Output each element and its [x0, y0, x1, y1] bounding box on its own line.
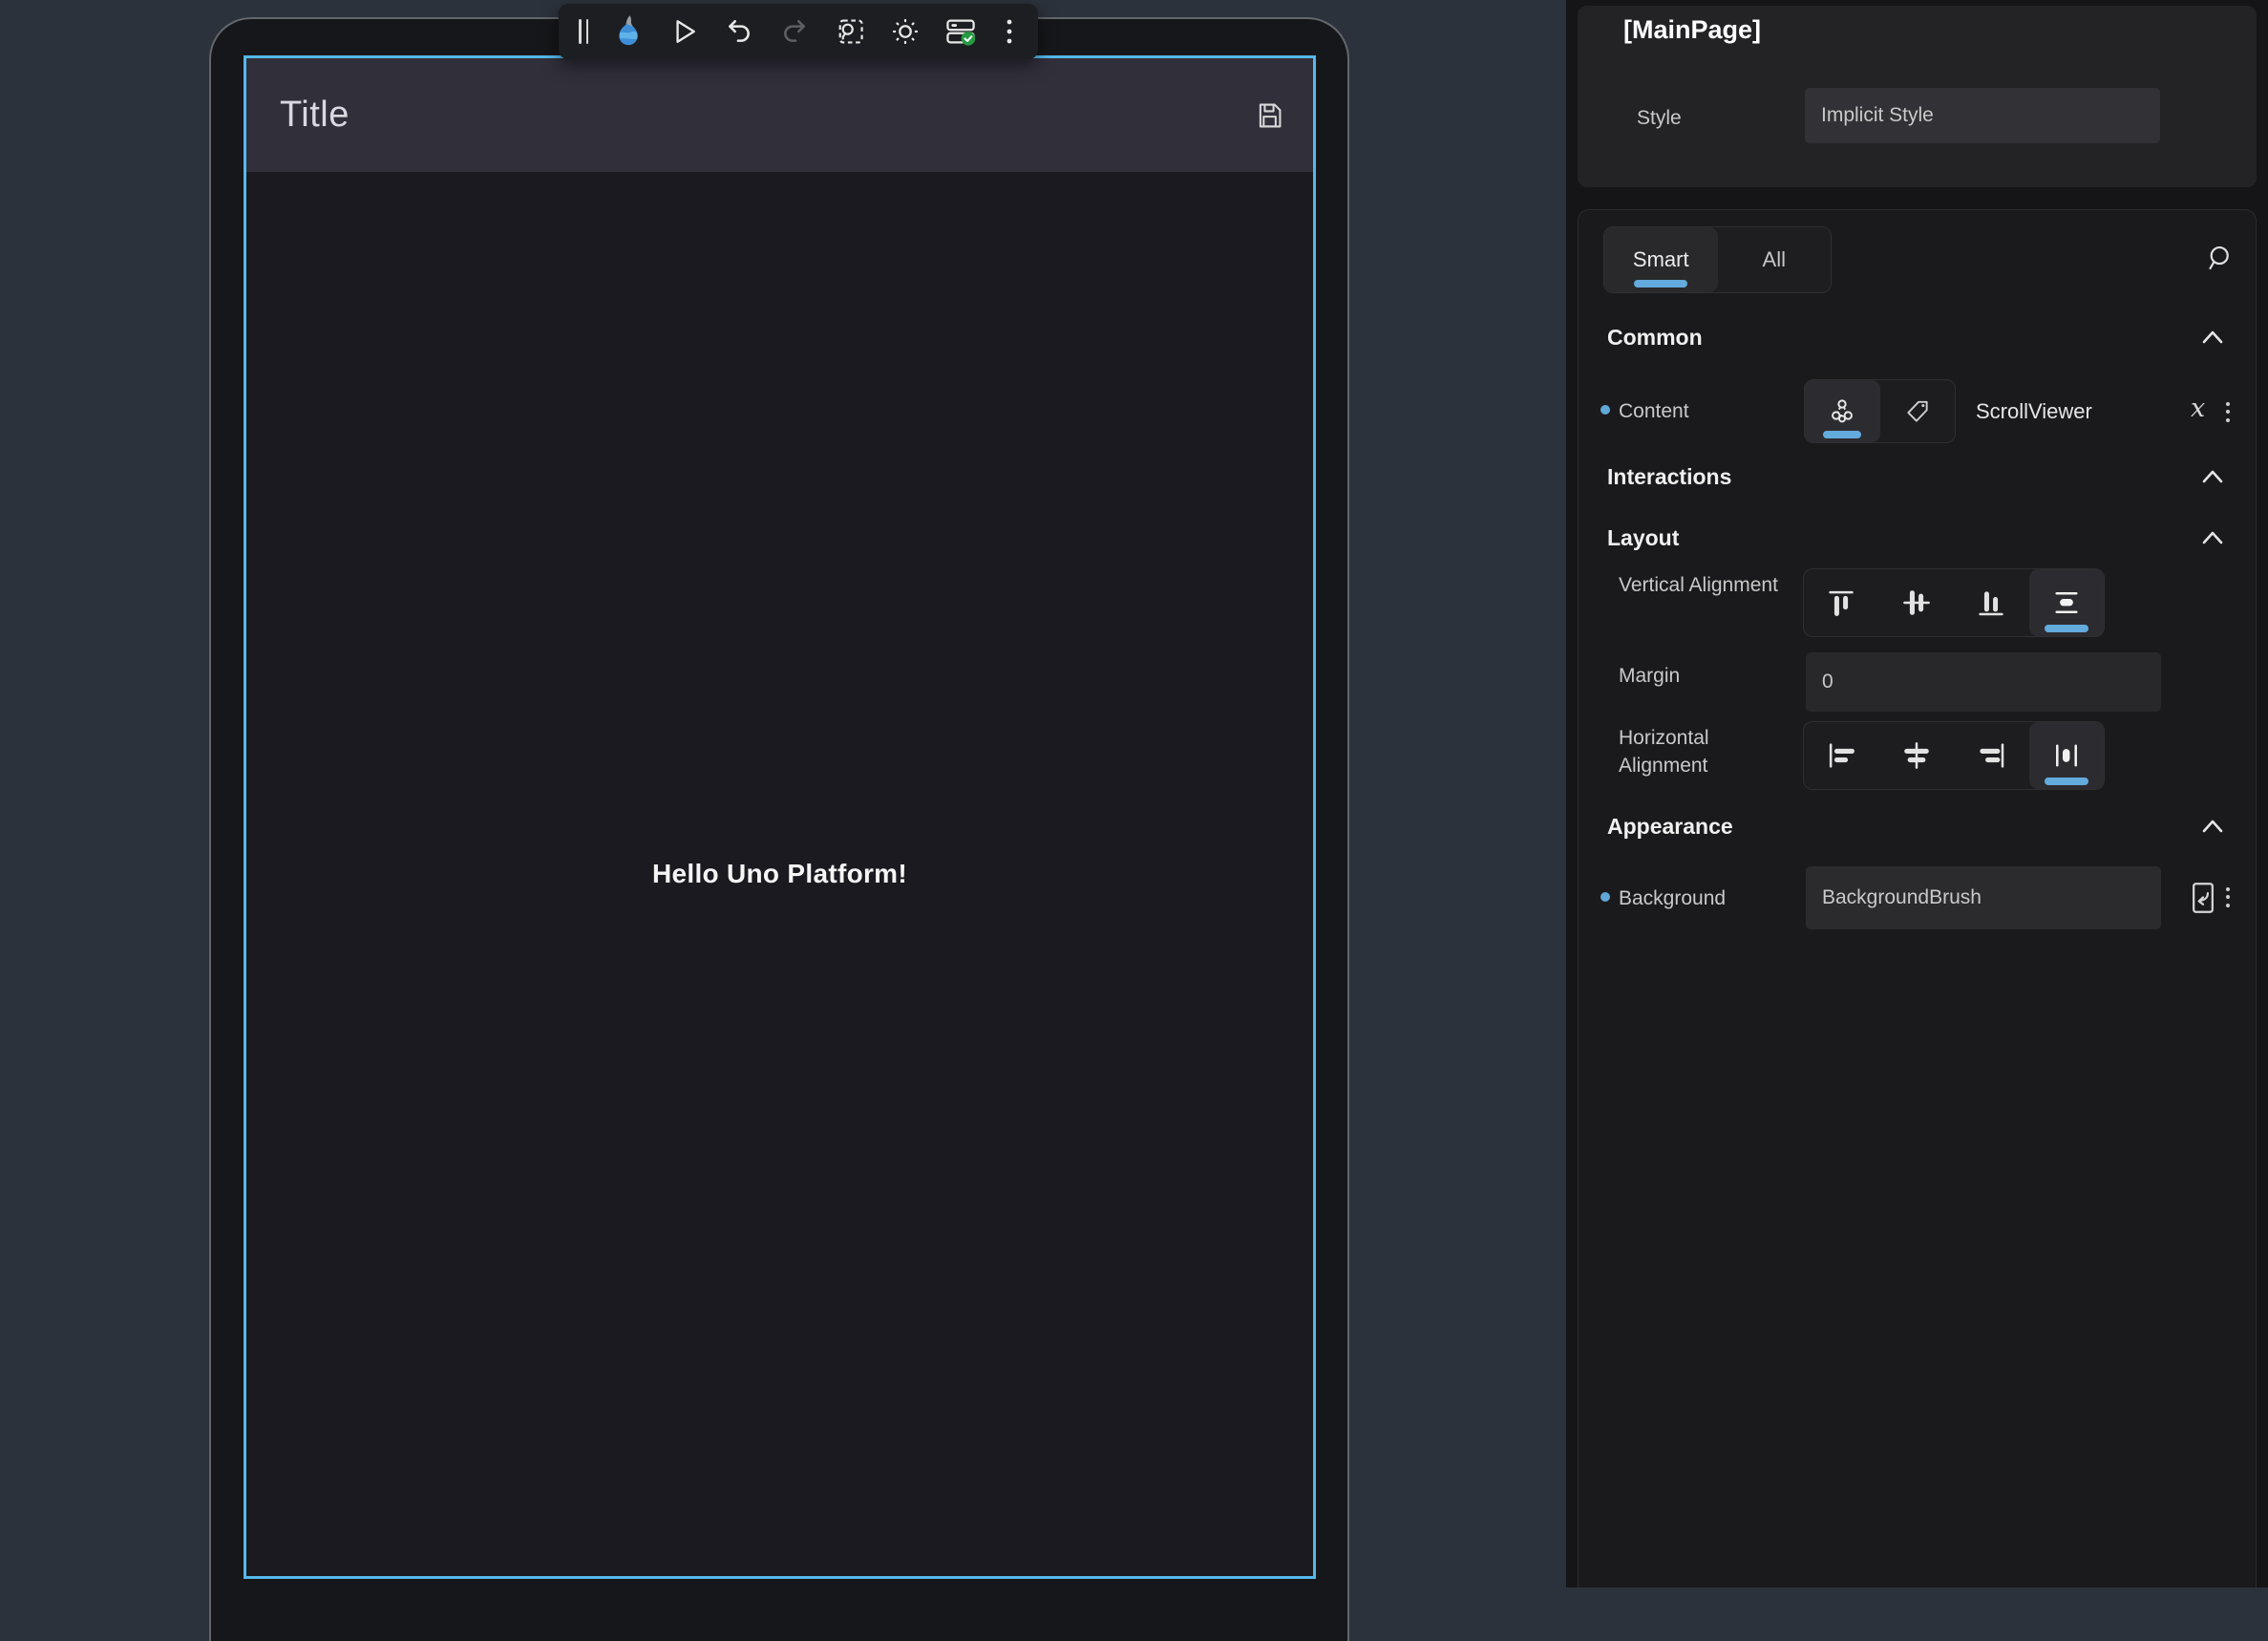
vertical-alignment-group: [1803, 568, 2105, 637]
collapse-appearance-chevron-icon[interactable]: [2194, 812, 2232, 841]
valign-active-indicator: [2045, 625, 2088, 632]
greeting-textblock[interactable]: Hello Uno Platform!: [652, 859, 907, 889]
background-input[interactable]: BackgroundBrush: [1806, 866, 2161, 929]
collapse-common-chevron-icon[interactable]: [2194, 323, 2232, 352]
content-editor-tag-button[interactable]: [1880, 380, 1956, 442]
collapse-layout-chevron-icon[interactable]: [2194, 523, 2232, 552]
more-options-icon[interactable]: [998, 11, 1021, 53]
style-label: Style: [1637, 107, 1682, 130]
background-modified-indicator: [1600, 892, 1610, 902]
hot-design-toolbar[interactable]: [559, 4, 1038, 59]
background-label: Background: [1619, 884, 1726, 912]
tab-smart-label: Smart: [1633, 247, 1689, 272]
content-value[interactable]: ScrollViewer: [1976, 399, 2092, 424]
content-more-options-icon[interactable]: [2216, 395, 2239, 428]
margin-input[interactable]: 0: [1806, 652, 2161, 712]
section-common: Common: [1607, 325, 1703, 351]
play-button[interactable]: [666, 11, 702, 53]
tab-all-label: All: [1763, 247, 1786, 272]
app-title-bar[interactable]: Title: [246, 58, 1313, 172]
property-filter-tabs: Smart All: [1603, 226, 1832, 293]
halign-right-button[interactable]: [1954, 722, 2029, 789]
server-status-icon[interactable]: [943, 11, 979, 53]
content-editor-active-indicator: [1823, 431, 1861, 438]
valign-bottom-button[interactable]: [1954, 569, 2029, 636]
tab-smart[interactable]: Smart: [1604, 227, 1718, 292]
selected-page-preview[interactable]: Title Hello Uno Platform!: [244, 55, 1316, 1579]
section-layout: Layout: [1607, 525, 1679, 551]
hot-design-flame-icon[interactable]: [610, 11, 646, 53]
toolbar-drag-handle-icon[interactable]: [576, 11, 591, 53]
halign-active-indicator: [2045, 778, 2088, 785]
selected-element-name: [MainPage]: [1623, 15, 1761, 45]
style-input[interactable]: Implicit Style: [1805, 88, 2160, 143]
theme-toggle-icon[interactable]: [887, 11, 923, 53]
tab-all[interactable]: All: [1718, 227, 1832, 292]
halign-stretch-button[interactable]: [2029, 722, 2105, 789]
margin-label: Margin: [1619, 662, 1680, 690]
vertical-alignment-label: Vertical Alignment: [1619, 571, 1781, 599]
redo-button[interactable]: [776, 11, 813, 53]
horizontal-alignment-group: [1803, 721, 2105, 790]
app-title-text: Title: [280, 95, 350, 136]
tab-active-indicator: [1634, 280, 1687, 288]
content-editor-hierarchy-button[interactable]: [1805, 380, 1880, 442]
content-binding-x-icon[interactable]: x: [2191, 394, 2205, 423]
section-appearance: Appearance: [1607, 814, 1733, 840]
horizontal-alignment-label: Horizontal Alignment: [1619, 724, 1781, 779]
properties-sections: Smart All Common Content: [1578, 209, 2257, 1588]
undo-button[interactable]: [721, 11, 757, 53]
page-content-area[interactable]: Hello Uno Platform!: [246, 172, 1313, 1576]
background-more-options-icon[interactable]: [2216, 881, 2239, 913]
content-editor-toggle: [1804, 379, 1956, 443]
content-label: Content: [1619, 397, 1689, 425]
properties-panel: [MainPage] Style Implicit Style Smart Al…: [1566, 0, 2268, 1588]
halign-center-button[interactable]: [1879, 722, 1955, 789]
selected-element-card: [MainPage] Style Implicit Style: [1578, 6, 2257, 187]
valign-stretch-button[interactable]: [2029, 569, 2105, 636]
section-interactions: Interactions: [1607, 464, 1731, 490]
halign-left-button[interactable]: [1804, 722, 1879, 789]
valign-center-button[interactable]: [1879, 569, 1955, 636]
design-canvas[interactable]: Title Hello Uno Platform!: [0, 0, 1566, 1588]
collapse-interactions-chevron-icon[interactable]: [2194, 462, 2232, 491]
inspect-element-icon[interactable]: [832, 11, 868, 53]
save-icon[interactable]: [1254, 100, 1284, 131]
valign-top-button[interactable]: [1804, 569, 1879, 636]
content-modified-indicator: [1600, 405, 1610, 415]
search-properties-button[interactable]: [2197, 237, 2239, 279]
background-resource-icon[interactable]: [2186, 877, 2220, 919]
